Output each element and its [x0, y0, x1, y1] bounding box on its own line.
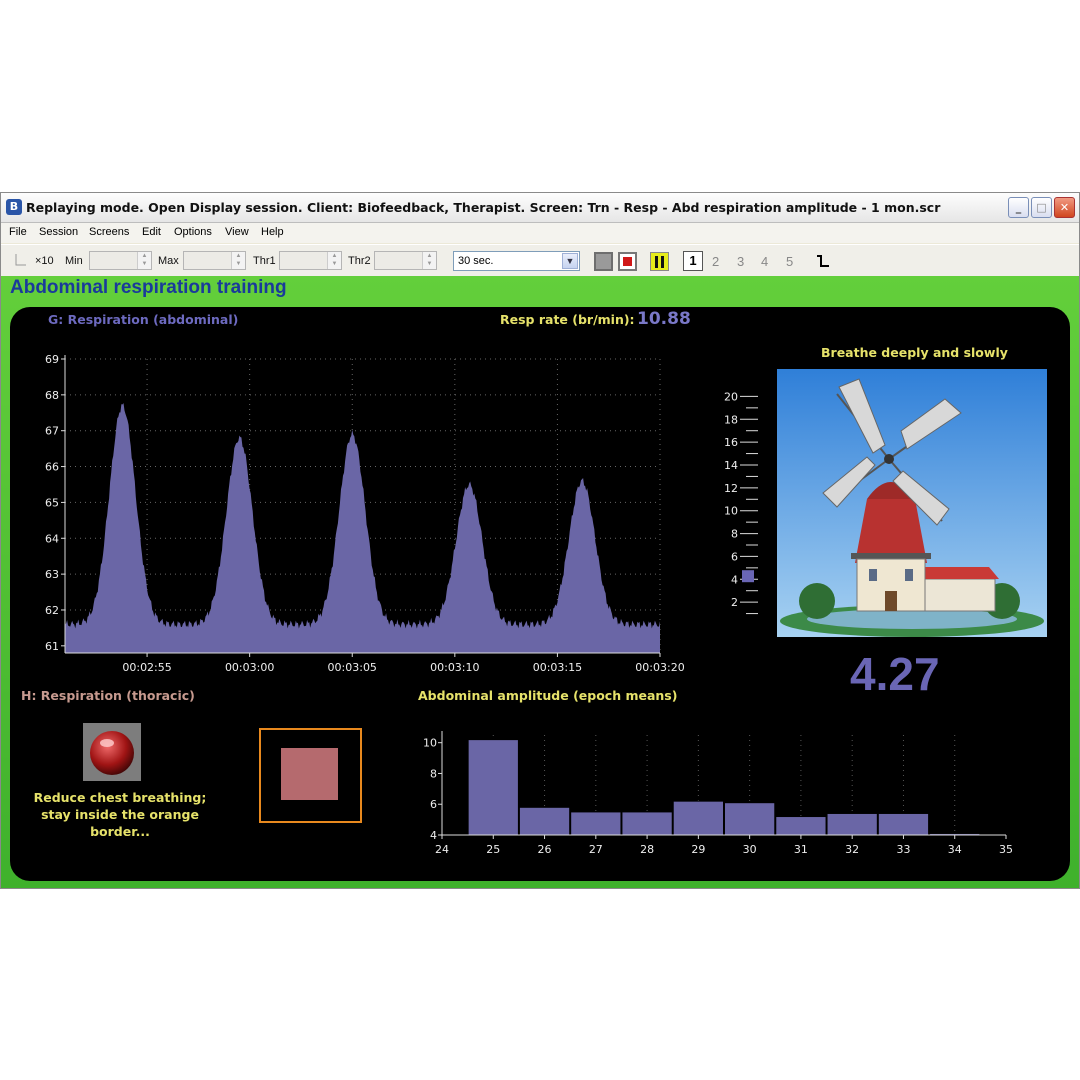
menu-bar: File Session Screens Edit Options View H… — [1, 223, 1079, 243]
x-tick-label: 27 — [589, 843, 603, 856]
menu-help[interactable]: Help — [261, 226, 284, 238]
screen-area: Abdominal respiration training G: Respir… — [1, 276, 1079, 888]
x-tick-label: 34 — [948, 843, 962, 856]
menu-session[interactable]: Session — [39, 226, 78, 238]
x-tick-label: 25 — [486, 843, 500, 856]
display-panel: G: Respiration (abdominal) Resp rate (br… — [10, 307, 1070, 881]
page-5-button[interactable]: 5 — [786, 254, 793, 269]
title-bar[interactable]: B Replaying mode. Open Display session. … — [1, 193, 1079, 223]
x-tick-label: 29 — [691, 843, 705, 856]
record-icon[interactable] — [618, 252, 637, 271]
max-label: Max — [158, 255, 179, 267]
epoch-bar — [724, 802, 776, 836]
maximize-button[interactable]: □ — [1031, 197, 1052, 218]
x10-button[interactable]: ×10 — [35, 255, 54, 267]
stop-gray-icon[interactable] — [594, 252, 613, 271]
y-tick-label: 8 — [430, 767, 437, 780]
x-tick-label: 28 — [640, 843, 654, 856]
epoch-bar — [775, 816, 827, 836]
epoch-bar — [621, 811, 673, 836]
x-tick-label: 26 — [538, 843, 552, 856]
x-tick-label: 30 — [743, 843, 757, 856]
x-tick-label: 32 — [845, 843, 859, 856]
pause-bar-icon — [655, 256, 658, 268]
time-window-select[interactable]: 30 sec. ▼ — [453, 251, 580, 271]
thr1-input[interactable]: ▲ ▼ — [279, 251, 342, 270]
screen-title: Abdominal respiration training — [10, 277, 287, 298]
epoch-bar — [570, 811, 622, 836]
menu-screens[interactable]: Screens — [89, 226, 129, 238]
pause-bar-icon — [661, 256, 664, 268]
y-tick-label: 4 — [430, 829, 437, 842]
close-button[interactable]: ✕ — [1054, 197, 1075, 218]
x-tick-label: 24 — [435, 843, 449, 856]
epoch-bar — [518, 806, 571, 836]
min-label: Min — [65, 255, 83, 267]
step-mode-icon[interactable] — [815, 253, 831, 269]
thr2-label: Thr2 — [348, 255, 371, 267]
menu-options[interactable]: Options — [174, 226, 212, 238]
biograph-icon: B — [6, 199, 22, 215]
page-3-button[interactable]: 3 — [737, 254, 744, 269]
chevron-down-icon[interactable]: ▼ — [562, 253, 578, 269]
menu-file[interactable]: File — [9, 226, 27, 238]
min-input[interactable]: ▲ ▼ — [89, 251, 152, 270]
pause-icon[interactable] — [650, 252, 669, 271]
x-tick-label: 35 — [999, 843, 1013, 856]
x-tick-label: 31 — [794, 843, 808, 856]
menu-view[interactable]: View — [225, 226, 249, 238]
thr1-label: Thr1 — [253, 255, 276, 267]
epoch-bar — [877, 812, 930, 836]
axis-icon[interactable] — [13, 253, 27, 267]
epoch-bar-chart: 24 25 26 27 28 29 30 31 32 33 34 35 4 6 8 10 — [423, 731, 1013, 856]
minimize-button[interactable]: _ — [1008, 197, 1029, 218]
toolbar: ×10 Min ▲ ▼ Max ▲ ▼ Thr1 ▲ ▼ Thr2 ▲ ▼ 30 sec… — [1, 244, 1079, 277]
x-tick-label: 33 — [896, 843, 910, 856]
app-window: B Replaying mode. Open Display session. … — [0, 192, 1080, 889]
max-input[interactable]: ▲ ▼ — [183, 251, 246, 270]
epoch-bar — [826, 812, 878, 836]
page-1-button[interactable]: 1 — [683, 251, 703, 271]
page-2-button[interactable]: 2 — [712, 254, 719, 269]
record-square-icon — [623, 257, 632, 266]
epoch-bars — [467, 739, 981, 836]
y-tick-label: 10 — [423, 737, 437, 750]
page-4-button[interactable]: 4 — [761, 254, 768, 269]
time-window-value: 30 sec. — [458, 255, 494, 267]
thr2-input[interactable]: ▲ ▼ — [374, 251, 437, 270]
epoch-bar — [467, 739, 519, 836]
y-tick-label: 6 — [430, 798, 437, 811]
menu-edit[interactable]: Edit — [142, 226, 161, 238]
window-title: Replaying mode. Open Display session. Cl… — [26, 200, 941, 215]
epoch-bar — [672, 800, 725, 836]
